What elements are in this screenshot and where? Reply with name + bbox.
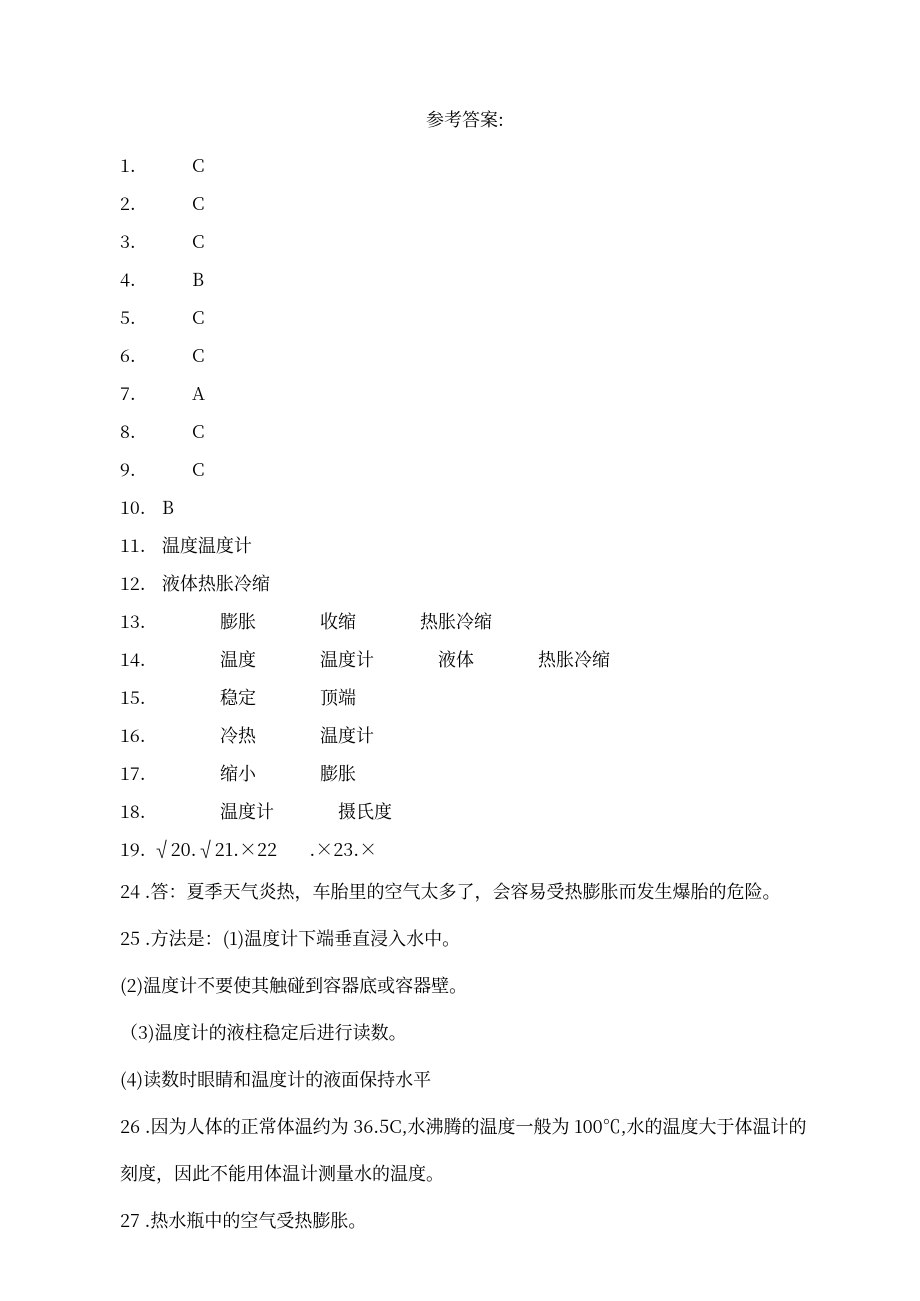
answer-19: 19. √20.√21.×22 .×23.× (120, 840, 810, 858)
answer-number: 5. (120, 308, 148, 326)
answer-line: 5.C (120, 308, 810, 326)
answer-value: A (192, 380, 205, 406)
answer-value: C (192, 456, 204, 482)
answer-number: 12. (120, 574, 148, 592)
answer-value: 液体 (438, 646, 474, 672)
answer-value: C (192, 304, 204, 330)
answer-number: 18. (120, 802, 148, 820)
answer-value: 热胀冷缩 (420, 608, 492, 634)
answer-value: 温度计 (320, 722, 374, 748)
answer-line: 9.C (120, 460, 810, 478)
answer-value: 收缩 (320, 608, 356, 634)
answer-number: 16. (120, 726, 148, 744)
answer-25-step-3: （3)温度计的液柱稳定后进行读数。 (120, 1019, 810, 1046)
answer-value: 温度计 (320, 646, 374, 672)
answer-number: 24 (120, 878, 140, 904)
answer-value: √20.√21.×22 .×23.× (153, 836, 378, 862)
answer-number: 1. (120, 156, 148, 174)
answer-number: 4. (120, 270, 148, 288)
answer-number: 25 (120, 925, 140, 951)
page-title: 参考答案: (120, 110, 810, 128)
answer-26-line-1: 26 .因为人体的正常体温约为 36.5C,水沸腾的温度一般为 100℃,水的温… (120, 1113, 810, 1140)
answer-number: 26 (120, 1113, 140, 1139)
answer-value: 冷热 (220, 722, 256, 748)
answer-value: B (162, 494, 174, 520)
answer-value: C (192, 228, 204, 254)
answer-value: 顶端 (320, 684, 356, 710)
answer-line: 13.膨胀收缩热胀冷缩 (120, 612, 810, 630)
answer-value: C (192, 418, 204, 444)
answer-value: 温度 (220, 646, 256, 672)
answer-line: 10. B (120, 498, 810, 516)
answer-value: C (192, 342, 204, 368)
answer-text: .热水瓶中的空气受热膨胀。 (145, 1207, 367, 1233)
answer-number: 13. (120, 612, 148, 630)
answer-25-lead: 25 .方法是：(1)温度计下端垂直浸入水中。 (120, 925, 810, 952)
answer-value: 稳定 (220, 684, 256, 710)
answer-line: 2.C (120, 194, 810, 212)
answer-text: .方法是：(1)温度计下端垂直浸入水中。 (145, 925, 460, 951)
answer-line: 4.B (120, 270, 810, 288)
answer-line: 12. 液体热胀冷缩 (120, 574, 810, 592)
answer-24: 24 .答：夏季天气炎热，车胎里的空气太多了，会容易受热膨胀而发生爆胎的危险。 (120, 878, 810, 905)
answer-number: 8. (120, 422, 148, 440)
answer-number: 17. (120, 764, 148, 782)
answer-line: 7.A (120, 384, 810, 402)
answer-line: 3.C (120, 232, 810, 250)
answer-value: C (192, 190, 204, 216)
answer-value: C (192, 152, 204, 178)
answer-number: 2. (120, 194, 148, 212)
answer-25-step-4: (4)读数时眼睛和温度计的液面保持水平 (120, 1066, 810, 1093)
answer-line: 17.缩小膨胀 (120, 764, 810, 782)
answer-text: .答：夏季天气炎热，车胎里的空气太多了，会容易受热膨胀而发生爆胎的危险。 (145, 878, 781, 904)
answer-number: 6. (120, 346, 148, 364)
answer-number: 11. (120, 536, 148, 554)
answer-line: 8.C (120, 422, 810, 440)
answer-25-step-2: (2)温度计不要使其触碰到容器底或容器壁。 (120, 972, 810, 999)
answer-text: .因为人体的正常体温约为 36.5C,水沸腾的温度一般为 100℃,水的温度大于… (145, 1113, 807, 1139)
answer-value: B (192, 266, 204, 292)
answer-number: 14. (120, 650, 148, 668)
answer-value: 热胀冷缩 (538, 646, 610, 672)
answer-value: 摄氏度 (338, 798, 392, 824)
answer-value: 温度温度计 (162, 532, 252, 558)
answer-number: 3. (120, 232, 148, 250)
answer-value: 缩小 (220, 760, 256, 786)
answer-number: 19. (120, 840, 148, 858)
answer-value: 液体热胀冷缩 (162, 570, 270, 596)
answer-list: 1.C2.C3.C4.B5.C6.C7.A8.C9.C10. B11. 温度温度… (120, 156, 810, 820)
answer-line: 16.冷热温度计 (120, 726, 810, 744)
answer-value: 膨胀 (220, 608, 256, 634)
answer-key-page: 参考答案: 1.C2.C3.C4.B5.C6.C7.A8.C9.C10. B11… (0, 0, 920, 1301)
answer-line: 18.温度计摄氏度 (120, 802, 810, 820)
answer-number: 27 (120, 1207, 140, 1233)
answer-line: 11. 温度温度计 (120, 536, 810, 554)
answer-line: 15.稳定顶端 (120, 688, 810, 706)
answer-value: 温度计 (220, 798, 274, 824)
answer-number: 10. (120, 498, 148, 516)
answer-line: 1.C (120, 156, 810, 174)
answer-line: 14.温度温度计液体热胀冷缩 (120, 650, 810, 668)
answer-line: 6.C (120, 346, 810, 364)
answer-27: 27 .热水瓶中的空气受热膨胀。 (120, 1207, 810, 1234)
answer-number: 15. (120, 688, 148, 706)
answer-number: 7. (120, 384, 148, 402)
answer-value: 膨胀 (320, 760, 356, 786)
answer-26-line-2: 刻度，因此不能用体温计测量水的温度。 (120, 1160, 810, 1187)
answer-number: 9. (120, 460, 148, 478)
